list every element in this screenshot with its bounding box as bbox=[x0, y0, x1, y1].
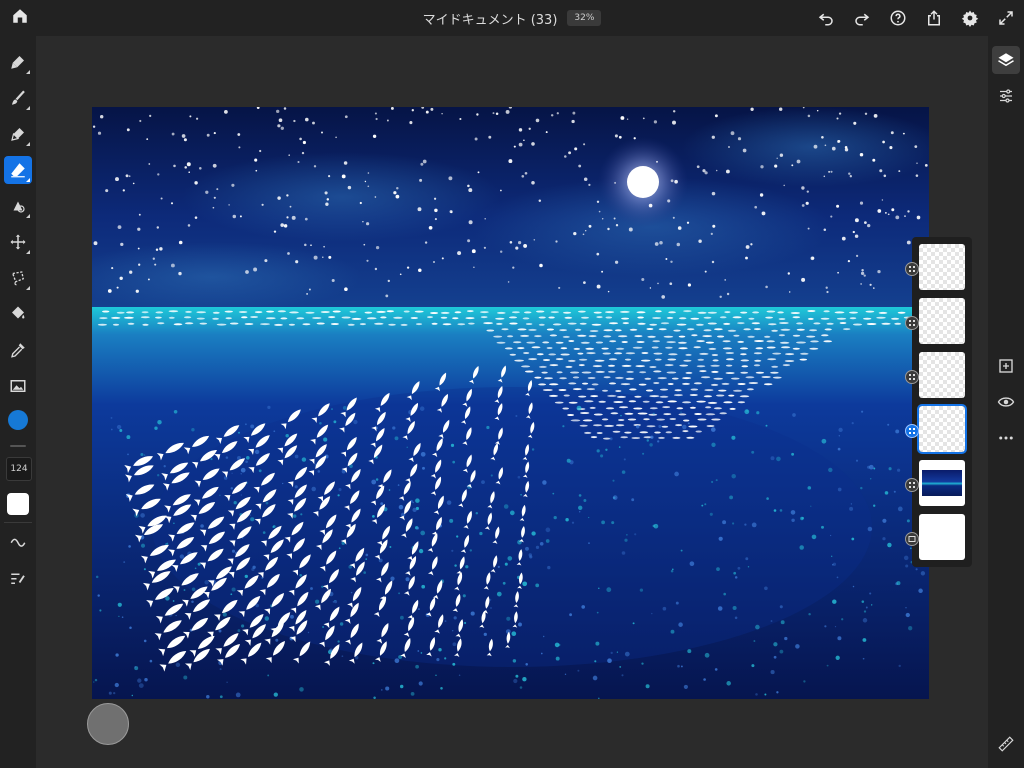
move-icon bbox=[10, 234, 26, 250]
pixel-layer-icon bbox=[909, 482, 915, 488]
layer-thumbnail[interactable] bbox=[919, 244, 965, 290]
undo-icon bbox=[818, 13, 833, 26]
layers-icon bbox=[998, 53, 1014, 67]
add-layer-button[interactable] bbox=[992, 352, 1020, 380]
settings-button[interactable] bbox=[958, 6, 982, 30]
layer-type-badge[interactable] bbox=[905, 532, 919, 546]
eye-icon bbox=[997, 397, 1015, 407]
brush-preview-circle[interactable] bbox=[87, 703, 129, 745]
color-picker[interactable] bbox=[8, 410, 28, 430]
brush-settings-tool[interactable] bbox=[4, 564, 32, 592]
smoothing-tool[interactable] bbox=[4, 528, 32, 556]
pen-brush-icon bbox=[11, 128, 24, 141]
redo-icon bbox=[855, 13, 870, 26]
pixel-layer-icon bbox=[909, 374, 915, 380]
sliders-icon bbox=[1000, 89, 1012, 103]
plus-square-icon bbox=[999, 359, 1013, 373]
layer-type-badge[interactable] bbox=[905, 370, 919, 384]
layer-visibility-button[interactable] bbox=[992, 388, 1020, 416]
layer-type-badge[interactable] bbox=[905, 424, 919, 438]
smudge-tool[interactable] bbox=[4, 192, 32, 220]
image-tool[interactable] bbox=[4, 372, 32, 400]
ruler-icon bbox=[998, 736, 1014, 752]
more-icon bbox=[999, 436, 1013, 440]
help-button[interactable] bbox=[886, 6, 910, 30]
fullscreen-button[interactable] bbox=[994, 6, 1018, 30]
brush-size-value[interactable]: 124 bbox=[6, 457, 32, 481]
eyedropper-tool[interactable] bbox=[4, 336, 32, 364]
zoom-level[interactable]: 32% bbox=[567, 10, 602, 26]
vector-brush-tool[interactable] bbox=[4, 120, 32, 148]
brush-icon bbox=[11, 56, 24, 69]
expand-icon bbox=[999, 11, 1013, 25]
layer-thumbnail[interactable] bbox=[919, 298, 965, 344]
night-sea-illustration bbox=[92, 107, 929, 699]
layer-type-badge[interactable] bbox=[905, 262, 919, 276]
image-icon bbox=[10, 380, 26, 392]
layers-panel bbox=[905, 237, 972, 567]
brush-settings-icon bbox=[11, 573, 25, 584]
paintbrush-icon bbox=[12, 90, 25, 105]
top-bar: マイドキュメント (33) 32% bbox=[0, 0, 1024, 36]
more-options-button[interactable] bbox=[992, 424, 1020, 452]
pixel-brush-tool[interactable] bbox=[4, 48, 32, 76]
eyedropper-icon bbox=[11, 343, 25, 358]
layer-thumbnail-selected[interactable] bbox=[917, 404, 967, 454]
smudge-icon bbox=[13, 201, 25, 213]
pixel-layer-icon bbox=[909, 320, 915, 326]
paint-bucket-icon bbox=[12, 306, 25, 319]
home-button[interactable] bbox=[8, 4, 32, 28]
share-button[interactable] bbox=[922, 6, 946, 30]
share-icon bbox=[928, 10, 940, 26]
layer-type-badge[interactable] bbox=[905, 478, 919, 492]
toolbar-divider bbox=[4, 522, 32, 523]
artwork-canvas[interactable] bbox=[92, 107, 929, 699]
left-toolbar: 124 bbox=[0, 36, 36, 768]
layer-properties-button[interactable] bbox=[992, 82, 1020, 110]
layer-thumbnail[interactable] bbox=[919, 460, 965, 506]
right-toolbar bbox=[988, 36, 1024, 768]
pixel-layer-icon bbox=[909, 428, 915, 434]
selection-tool[interactable] bbox=[4, 264, 32, 292]
help-icon bbox=[890, 10, 906, 26]
eraser-tool[interactable] bbox=[4, 156, 32, 184]
transform-tool[interactable] bbox=[4, 228, 32, 256]
pixel-layer-icon bbox=[909, 266, 915, 272]
layer-thumbnail[interactable] bbox=[919, 352, 965, 398]
fill-tool[interactable] bbox=[4, 300, 32, 328]
image-layer-icon bbox=[908, 536, 916, 542]
wave-icon bbox=[10, 538, 26, 547]
live-brush-tool[interactable] bbox=[4, 84, 32, 112]
redo-button[interactable] bbox=[850, 6, 874, 30]
toolbar-divider bbox=[10, 445, 26, 447]
ruler-button[interactable] bbox=[992, 730, 1020, 758]
undo-button[interactable] bbox=[814, 6, 838, 30]
layers-button[interactable] bbox=[992, 46, 1020, 74]
layer-thumbnail[interactable] bbox=[919, 514, 965, 560]
document-title[interactable]: マイドキュメント (33) bbox=[423, 9, 558, 28]
gear-icon bbox=[961, 10, 979, 27]
eraser-icon bbox=[11, 163, 25, 178]
flow-opacity-swatch[interactable] bbox=[7, 493, 29, 515]
layer-type-badge[interactable] bbox=[905, 316, 919, 330]
lasso-icon bbox=[11, 271, 25, 286]
home-icon bbox=[13, 9, 27, 23]
